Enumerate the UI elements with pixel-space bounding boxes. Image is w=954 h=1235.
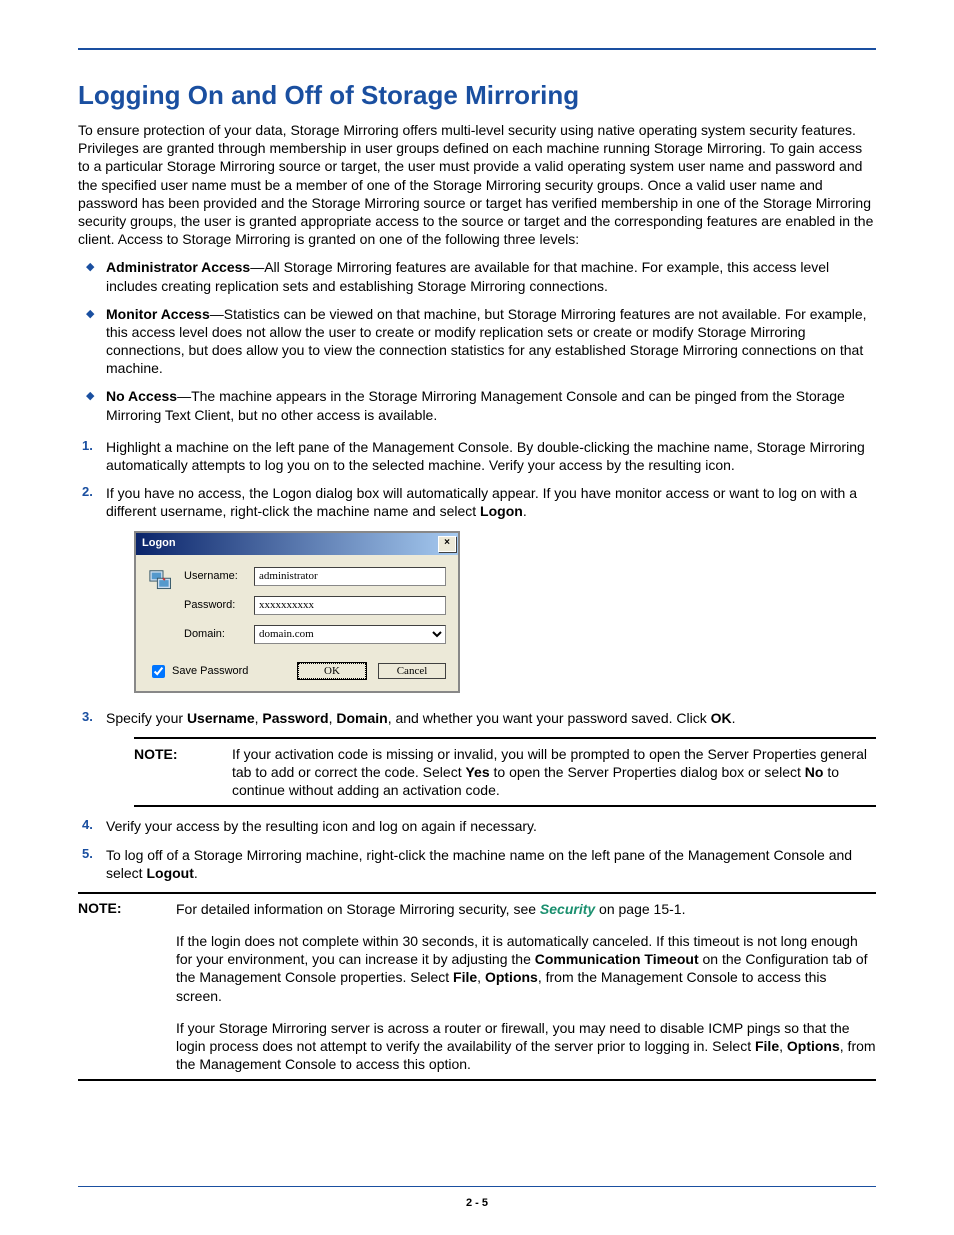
password-label: Password: [184,598,254,612]
page-title: Logging On and Off of Storage Mirroring [78,80,876,111]
dialog-titlebar: Logon × [136,533,458,555]
note-label: NOTE: [134,745,214,800]
domain-select[interactable]: domain.com [254,625,446,644]
list-item: Administrator Access—All Storage Mirrori… [106,258,876,294]
cancel-button[interactable]: Cancel [378,663,446,679]
note-label: NOTE: [78,900,158,1074]
ok-button[interactable]: OK [298,663,366,679]
list-item: Monitor Access—Statistics can be viewed … [106,305,876,378]
list-item: No Access—The machine appears in the Sto… [106,387,876,423]
close-icon[interactable]: × [438,536,456,552]
document-page: Logging On and Off of Storage Mirroring … [0,0,954,1235]
step-5: To log off of a Storage Mirroring machin… [106,846,876,882]
top-rule [78,48,876,50]
save-password-input[interactable] [152,665,165,678]
username-input[interactable] [254,567,446,586]
step-4: Verify your access by the resulting icon… [106,817,876,835]
note-box-1: NOTE: If your activation code is missing… [134,737,876,808]
note-box-2: NOTE: For detailed information on Storag… [78,892,876,1082]
username-label: Username: [184,569,254,583]
password-input[interactable] [254,596,446,615]
security-link[interactable]: Security [540,901,595,917]
save-password-checkbox[interactable]: Save Password [148,662,248,681]
steps-list: Highlight a machine on the left pane of … [78,438,876,882]
note-body: For detailed information on Storage Mirr… [176,900,876,1074]
intro-paragraph: To ensure protection of your data, Stora… [78,121,876,248]
bottom-rule [78,1186,876,1187]
step-1: Highlight a machine on the left pane of … [106,438,876,474]
step-2: If you have no access, the Logon dialog … [106,484,876,692]
computers-icon [148,567,184,654]
note-body: If your activation code is missing or in… [232,745,876,800]
domain-label: Domain: [184,627,254,641]
page-number: 2 - 5 [466,1197,488,1209]
access-level-list: Administrator Access—All Storage Mirrori… [78,258,876,424]
dialog-title: Logon [142,536,176,550]
logon-dialog: Logon × Username: [134,531,460,693]
step-3: Specify your Username, Password, Domain,… [106,709,876,808]
dialog-body: Username: Password: Domain: [136,555,458,691]
